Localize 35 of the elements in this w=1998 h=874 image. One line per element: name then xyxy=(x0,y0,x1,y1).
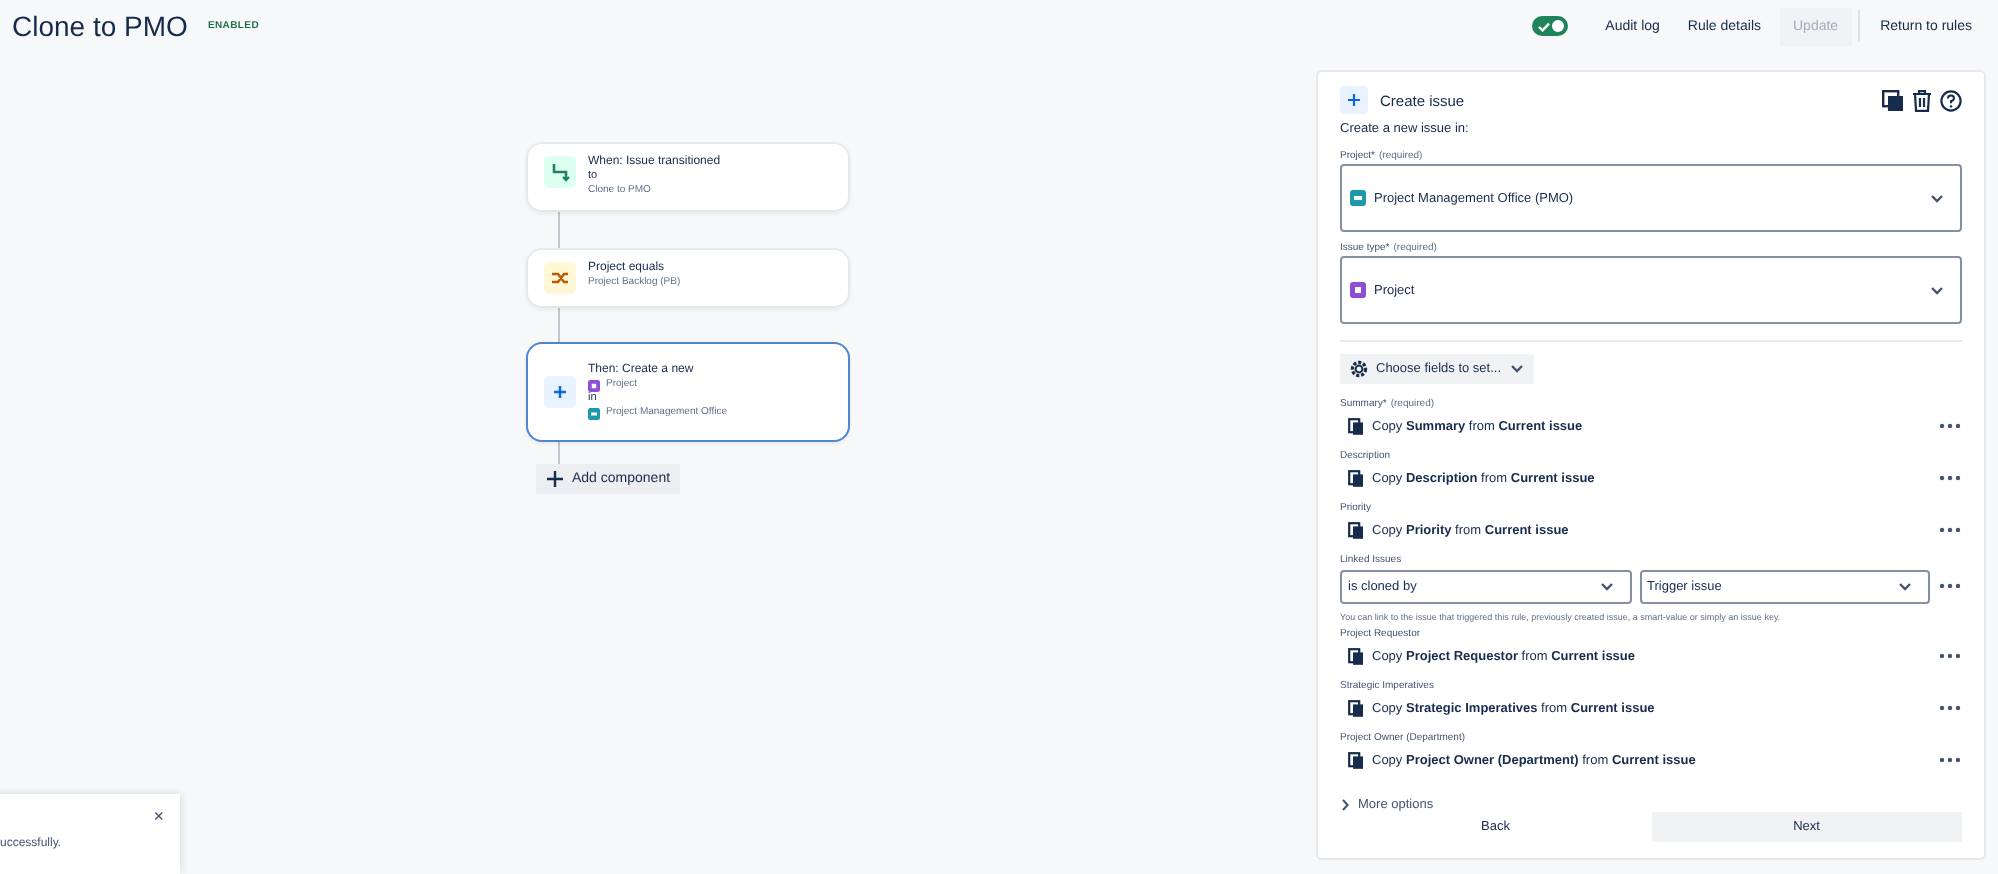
copy-icon xyxy=(1348,417,1364,435)
duplicate-icon[interactable] xyxy=(1882,89,1904,111)
more-icon[interactable] xyxy=(1938,652,1962,660)
copy-icon xyxy=(1348,751,1364,769)
close-button[interactable]: × xyxy=(153,806,164,826)
copy-icon xyxy=(1348,469,1364,487)
project-icon xyxy=(1350,190,1366,206)
more-icon[interactable] xyxy=(1938,422,1962,430)
gear-icon xyxy=(1350,360,1368,378)
copy-icon xyxy=(1348,699,1364,717)
chevron-down-icon xyxy=(1930,193,1944,203)
more-icon[interactable] xyxy=(1938,756,1962,764)
check-icon xyxy=(1537,21,1550,31)
chevron-down-icon xyxy=(1898,581,1912,591)
plus-icon xyxy=(1340,86,1368,114)
rule-title: Clone to PMO xyxy=(12,10,188,42)
more-icon[interactable] xyxy=(1938,474,1962,482)
more-icon[interactable] xyxy=(1938,526,1962,534)
shuffle-icon xyxy=(544,262,576,294)
plus-icon xyxy=(544,376,576,408)
more-icon[interactable] xyxy=(1938,582,1962,590)
issue-type-icon xyxy=(588,379,600,391)
copy-icon xyxy=(1348,521,1364,539)
chevron-down-icon xyxy=(1509,364,1524,374)
trash-icon[interactable] xyxy=(1912,89,1932,111)
enabled-toggle[interactable] xyxy=(1531,16,1568,36)
issue-type-icon xyxy=(1350,282,1366,298)
chevron-down-icon xyxy=(1930,285,1944,295)
project-icon xyxy=(588,407,600,419)
chevron-down-icon xyxy=(1599,581,1613,591)
plus-icon xyxy=(546,470,564,488)
more-icon[interactable] xyxy=(1938,704,1962,712)
chevron-right-icon xyxy=(1340,798,1350,812)
copy-icon xyxy=(1348,647,1364,665)
help-icon[interactable] xyxy=(1940,89,1962,111)
